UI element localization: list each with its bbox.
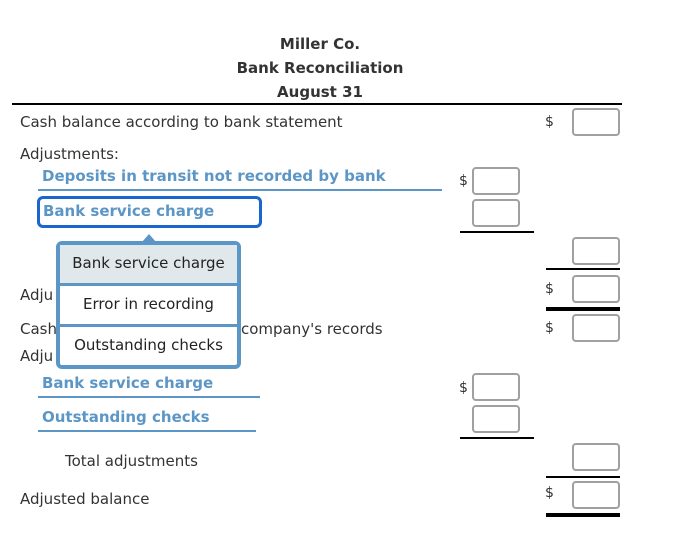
company-balance-label-left: Cash — [20, 320, 57, 338]
company-balance-label-right: company's records — [241, 320, 383, 338]
bank-adj-row-1-select[interactable]: Deposits in transit not recorded by bank — [38, 167, 442, 191]
company-adjusted-input[interactable] — [572, 481, 620, 509]
dropdown-option-bank-service-charge[interactable]: Bank service charge — [60, 245, 237, 286]
bank-total-adjustments-input[interactable] — [572, 237, 620, 265]
company-adjusted-currency: $ — [545, 485, 554, 501]
company-adj-row-2-input[interactable] — [472, 405, 520, 433]
company-total-rule — [546, 476, 620, 478]
bank-adjustments-label: Adjustments: — [20, 145, 119, 163]
company-adj-row-1-input[interactable] — [472, 373, 520, 401]
report-title: Bank Reconciliation — [236, 59, 404, 77]
company-adj-row-1-currency: $ — [459, 380, 468, 396]
dropdown-option-error-in-recording[interactable]: Error in recording — [60, 286, 237, 327]
company-adjusted-double-rule — [546, 513, 620, 517]
company-balance-currency: $ — [545, 320, 554, 336]
company-total-adjustments-input[interactable] — [572, 443, 620, 471]
bank-adjusted-double-rule — [546, 307, 620, 311]
bank-balance-label: Cash balance according to bank statement — [20, 113, 343, 131]
company-adjusted-label: Adjusted balance — [20, 490, 150, 508]
company-adj-subtotal-rule — [460, 437, 534, 439]
bank-balance-currency: $ — [545, 114, 554, 130]
bank-adj-row-1-currency: $ — [459, 173, 468, 189]
bank-adj-row-1-input[interactable] — [472, 167, 520, 195]
dropdown-option-outstanding-checks[interactable]: Outstanding checks — [60, 327, 237, 368]
company-total-adjustments-label: Total adjustments — [65, 452, 198, 470]
bank-total-rule — [546, 268, 620, 270]
bank-adj-subtotal-rule — [460, 231, 534, 233]
bank-adj-row-2-input[interactable] — [472, 199, 520, 227]
bank-adj-row-2-select[interactable]: Bank service charge — [37, 196, 262, 228]
adjustment-dropdown-menu: Bank service charge Error in recording O… — [56, 241, 241, 369]
company-balance-input[interactable] — [572, 314, 620, 342]
company-name: Miller Co. — [279, 35, 361, 53]
bank-adjusted-label: Adju — [20, 286, 54, 304]
company-adj-row-1-select[interactable]: Bank service charge — [38, 374, 260, 398]
bank-adjusted-input[interactable] — [572, 275, 620, 303]
report-date: August 31 — [277, 83, 363, 101]
header-rule — [12, 103, 622, 105]
bank-adjusted-currency: $ — [545, 281, 554, 297]
company-adjustments-label: Adju — [20, 347, 54, 365]
bank-balance-input[interactable] — [572, 108, 620, 136]
company-adj-row-2-select[interactable]: Outstanding checks — [38, 408, 256, 432]
